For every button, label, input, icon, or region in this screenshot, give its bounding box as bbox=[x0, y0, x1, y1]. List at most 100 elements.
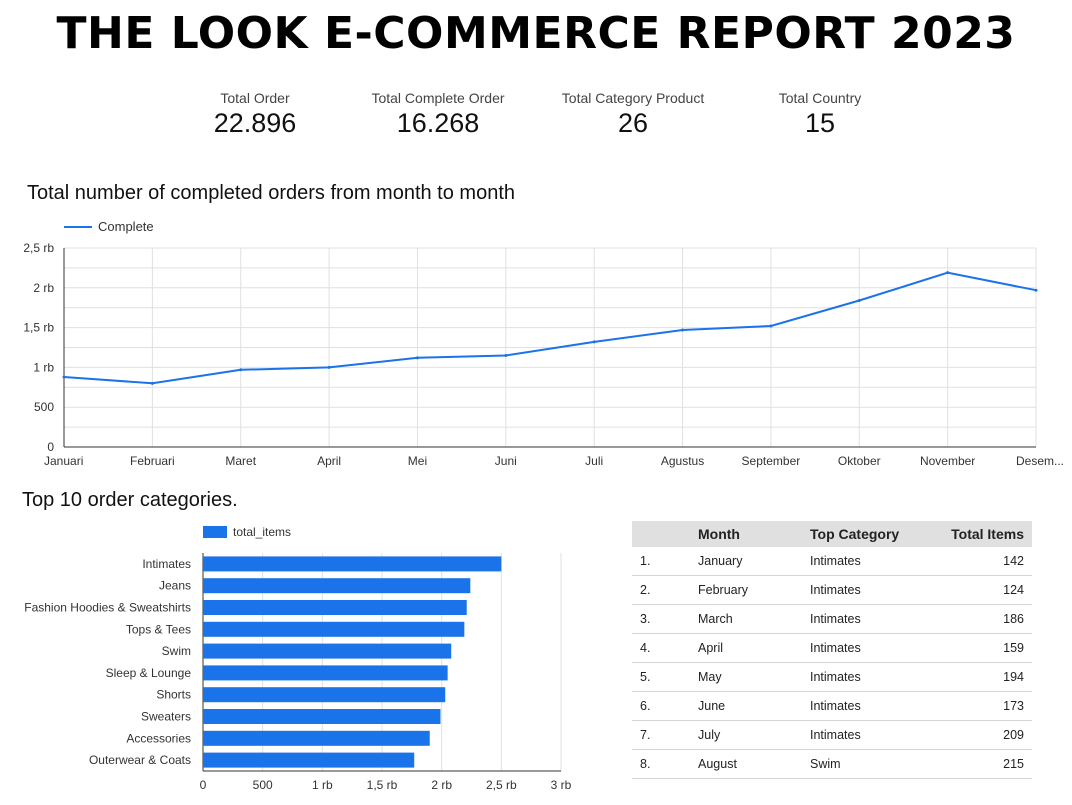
header-month[interactable]: Month bbox=[690, 521, 802, 547]
category-label: Outerwear & Coats bbox=[89, 753, 191, 767]
kpi-value: 22.896 bbox=[213, 108, 297, 138]
kpi-total-order: Total Order 22.896 bbox=[160, 90, 350, 139]
bar bbox=[203, 578, 471, 594]
bar bbox=[203, 752, 415, 768]
kpi-value: 16.268 bbox=[396, 108, 480, 138]
header-index bbox=[632, 521, 690, 547]
data-point bbox=[857, 299, 861, 303]
kpi-total-country: Total Country 15 bbox=[725, 90, 915, 139]
category-label: Tops & Tees bbox=[126, 622, 191, 636]
category-label: Accessories bbox=[126, 731, 191, 745]
category-label: Intimates bbox=[142, 557, 191, 571]
row-total: 209 bbox=[930, 720, 1032, 750]
header-top-category[interactable]: Top Category bbox=[802, 521, 930, 547]
row-index: 6. bbox=[632, 691, 690, 721]
y-tick-label: 1 rb bbox=[33, 360, 54, 374]
bar bbox=[203, 665, 448, 681]
data-point bbox=[327, 365, 331, 369]
row-category: Intimates bbox=[802, 662, 930, 692]
row-index: 5. bbox=[632, 662, 690, 692]
row-index: 1. bbox=[632, 547, 690, 576]
row-category: Intimates bbox=[802, 720, 930, 750]
row-category: Intimates bbox=[802, 547, 930, 576]
kpi-label: Total Country bbox=[778, 90, 862, 106]
x-tick-label: Januari bbox=[44, 454, 83, 468]
row-index: 4. bbox=[632, 633, 690, 663]
data-point bbox=[504, 353, 508, 357]
bar bbox=[203, 709, 441, 724]
category-label: Sweaters bbox=[141, 710, 191, 724]
row-total: 215 bbox=[930, 749, 1032, 779]
row-month: May bbox=[690, 662, 802, 692]
y-tick-label: 0 bbox=[47, 440, 54, 454]
category-label: Shorts bbox=[156, 688, 191, 702]
table-row: 8. August Swim 215 bbox=[632, 749, 1032, 779]
table-row: 2. February Intimates 124 bbox=[632, 575, 1032, 605]
bar-chart-title: Top 10 order categories. bbox=[22, 489, 238, 511]
data-point bbox=[415, 356, 419, 360]
row-month: March bbox=[690, 604, 802, 634]
legend-swatch bbox=[64, 225, 92, 228]
header-total-items[interactable]: Total Items bbox=[930, 521, 1032, 547]
kpi-label: Total Category Product bbox=[561, 90, 705, 106]
kpi-label: Total Order bbox=[220, 90, 290, 106]
kpi-value: 15 bbox=[804, 108, 836, 138]
bar bbox=[203, 730, 430, 746]
row-total: 194 bbox=[930, 662, 1032, 692]
data-point bbox=[1034, 288, 1038, 292]
x-tick-label: Juli bbox=[585, 454, 603, 468]
line-chart-legend[interactable]: Complete bbox=[64, 219, 154, 234]
table-header-row: Month Top Category Total Items bbox=[632, 521, 1032, 547]
x-tick-label: Mei bbox=[408, 454, 427, 468]
x-tick-label: Agustus bbox=[661, 454, 704, 468]
x-tick-label: 500 bbox=[253, 778, 273, 792]
row-total: 124 bbox=[930, 575, 1032, 605]
bar bbox=[203, 621, 465, 637]
x-tick-label: Oktober bbox=[838, 454, 881, 468]
x-tick-label: November bbox=[920, 454, 975, 468]
bar-chart: Intimates Jeans Fashion Hoodies & Sweatshi… bbox=[24, 553, 572, 792]
category-label: Swim bbox=[162, 644, 191, 658]
x-tick-label: Desem... bbox=[1016, 454, 1064, 468]
x-tick-label: September bbox=[742, 454, 801, 468]
bar bbox=[203, 687, 446, 703]
row-category: Intimates bbox=[802, 633, 930, 663]
x-tick-label: April bbox=[317, 454, 341, 468]
bar-chart-legend[interactable]: total_items bbox=[203, 525, 291, 539]
table-row: 1. January Intimates 142 bbox=[632, 547, 1032, 576]
x-tick-label: 2,5 rb bbox=[486, 778, 517, 792]
kpi-label: Total Complete Order bbox=[371, 90, 505, 106]
row-total: 186 bbox=[930, 604, 1032, 634]
table-row: 3. March Intimates 186 bbox=[632, 604, 1032, 634]
bar bbox=[203, 643, 452, 659]
row-index: 7. bbox=[632, 720, 690, 750]
report-title: THE LOOK E-COMMERCE REPORT 2023 bbox=[56, 8, 1016, 59]
row-index: 8. bbox=[632, 749, 690, 779]
bar bbox=[203, 600, 467, 615]
table-row: 6. June Intimates 173 bbox=[632, 691, 1032, 721]
row-month: February bbox=[690, 575, 802, 605]
data-point bbox=[769, 324, 773, 328]
kpi-total-category-product: Total Category Product 26 bbox=[538, 90, 728, 139]
row-total: 159 bbox=[930, 633, 1032, 663]
x-tick-label: 0 bbox=[200, 778, 207, 792]
y-tick-label: 2,5 rb bbox=[23, 241, 54, 255]
line-chart-title: Total number of completed orders from mo… bbox=[27, 182, 516, 204]
kpi-value: 26 bbox=[617, 108, 649, 138]
bar bbox=[203, 556, 502, 572]
data-point bbox=[150, 381, 154, 385]
x-tick-label: Maret bbox=[225, 454, 256, 468]
row-category: Swim bbox=[802, 749, 930, 779]
line-chart: 0 500 1 rb 1,5 rb 2 rb 2,5 rb Januari Februari M… bbox=[23, 241, 1064, 468]
category-label: Sleep & Lounge bbox=[106, 666, 192, 680]
row-month: August bbox=[690, 749, 802, 779]
x-tick-label: 1 rb bbox=[312, 778, 333, 792]
row-month: June bbox=[690, 691, 802, 721]
kpi-total-complete-order: Total Complete Order 16.268 bbox=[343, 90, 533, 139]
y-tick-label: 2 rb bbox=[33, 281, 54, 295]
y-tick-label: 1,5 rb bbox=[23, 321, 54, 335]
x-tick-label: Juni bbox=[495, 454, 517, 468]
data-point bbox=[62, 375, 66, 379]
table-row: 5. May Intimates 194 bbox=[632, 662, 1032, 692]
category-label: Fashion Hoodies & Sweatshirts bbox=[24, 601, 191, 615]
